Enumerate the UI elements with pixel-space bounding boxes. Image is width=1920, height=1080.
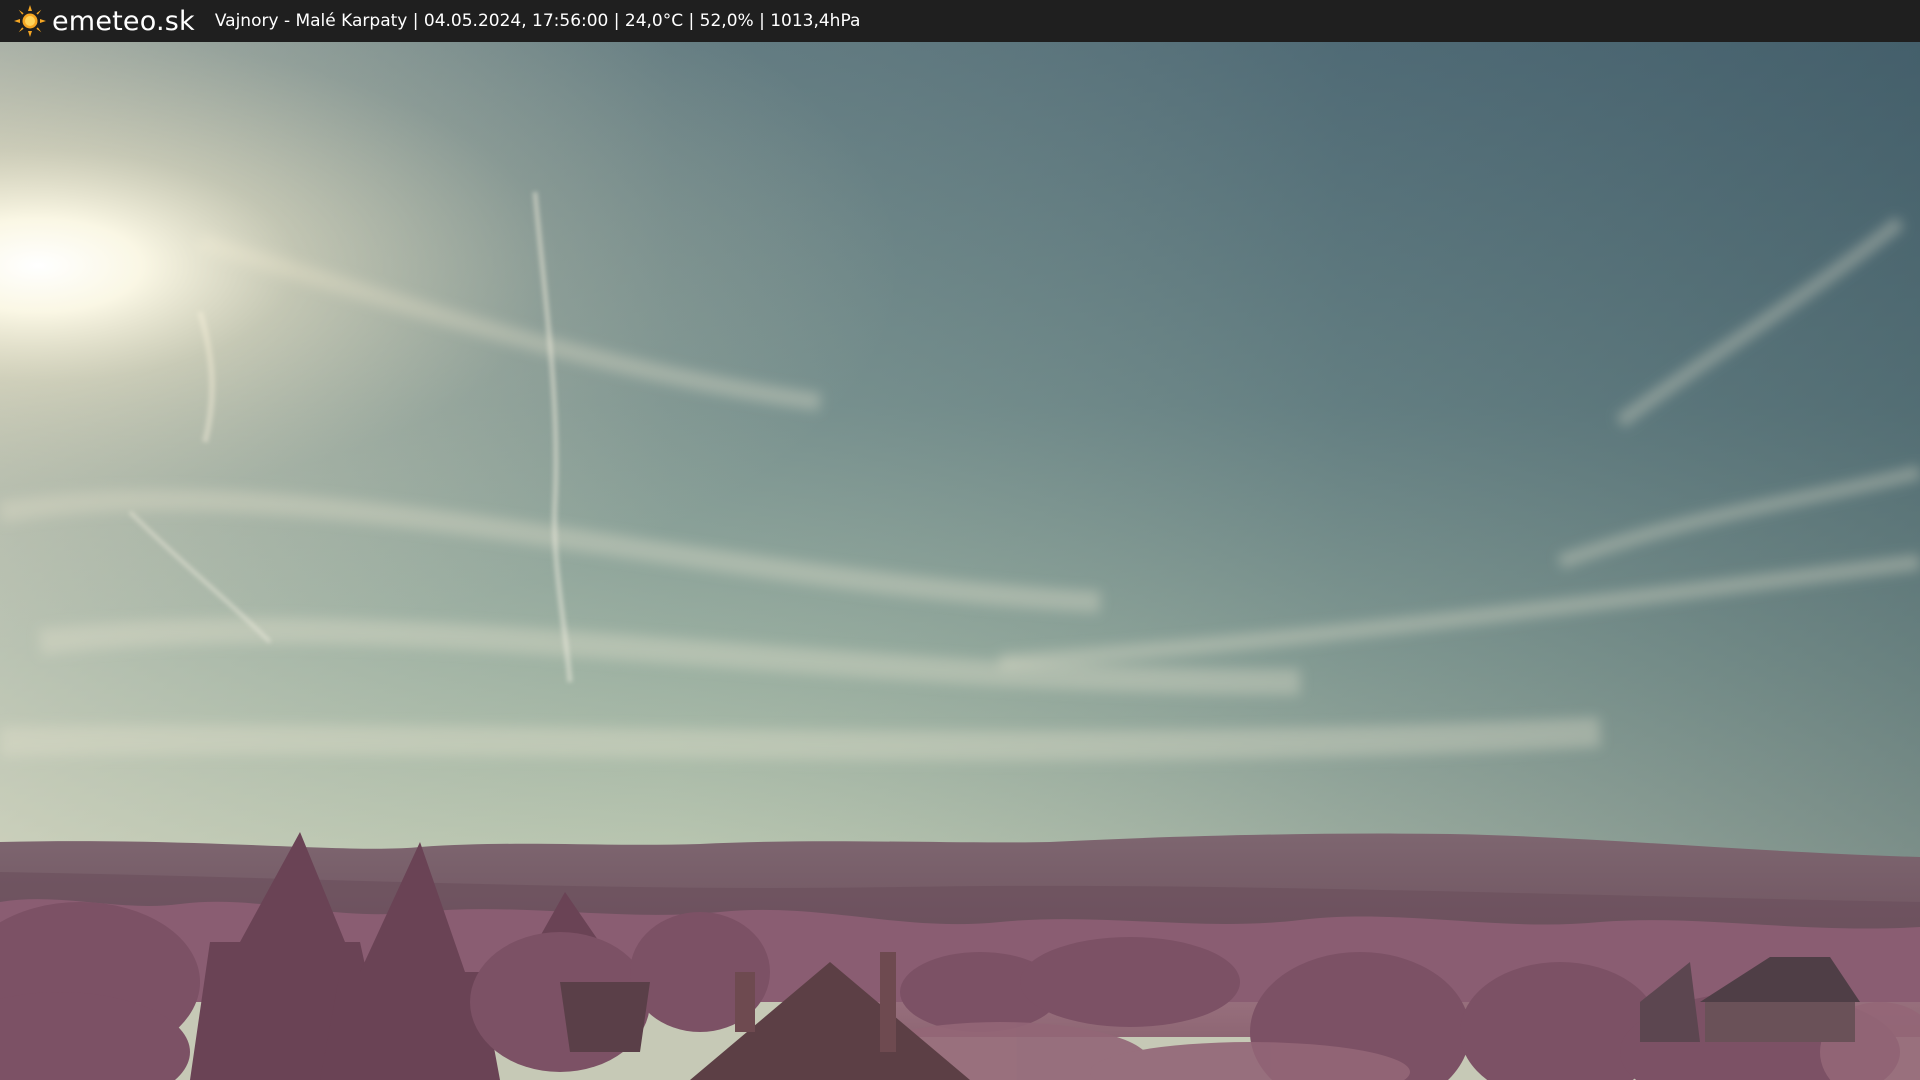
brand-name: emeteo.sk (52, 5, 195, 37)
landscape-picture (0, 42, 1920, 1080)
webcam-frame: emeteo.sk Vajnory - Malé Karpaty | 04.05… (0, 0, 1920, 1080)
caption-bar: emeteo.sk Vajnory - Malé Karpaty | 04.05… (0, 0, 1920, 42)
brand-logo[interactable]: emeteo.sk (14, 5, 195, 37)
station-caption: Vajnory - Malé Karpaty | 04.05.2024, 17:… (214, 10, 861, 31)
webcam-image (0, 42, 1920, 1080)
sun-icon (14, 5, 46, 37)
